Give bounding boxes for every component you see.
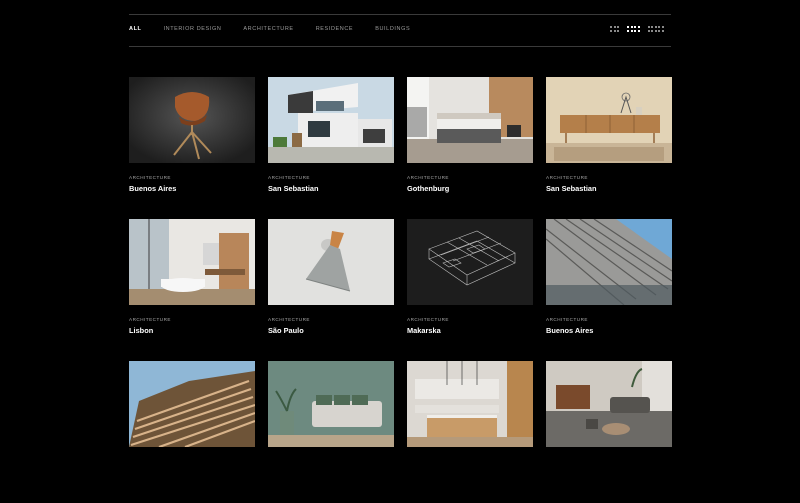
project-card[interactable]: ARCHITECTURE Buenos Aires	[129, 77, 255, 219]
project-card[interactable]: ARCHITECTURE Lisbon	[129, 219, 255, 361]
project-category: ARCHITECTURE	[546, 317, 588, 322]
project-city: Gothenburg	[407, 184, 450, 193]
project-city: San Sebastian	[268, 184, 319, 193]
top-divider	[129, 14, 671, 15]
project-category: ARCHITECTURE	[268, 317, 310, 322]
project-image-kitchen[interactable]	[407, 361, 533, 447]
project-card[interactable]	[546, 361, 672, 503]
filter-architecture[interactable]: ARCHITECTURE	[243, 26, 293, 32]
project-image-modern-house[interactable]	[268, 77, 394, 163]
project-card[interactable]: ARCHITECTURE Buenos Aires	[546, 219, 672, 361]
view-switcher	[610, 26, 664, 32]
project-grid: ARCHITECTURE Buenos Aires ARCHITECTURE S…	[129, 77, 672, 503]
project-city: Makarska	[407, 326, 441, 335]
project-city: Buenos Aires	[546, 326, 594, 335]
project-image-bathroom[interactable]	[129, 219, 255, 305]
project-city: Buenos Aires	[129, 184, 177, 193]
project-city: San Sebastian	[546, 184, 597, 193]
project-card[interactable]	[268, 361, 394, 503]
project-card[interactable]	[129, 361, 255, 503]
project-card[interactable]: ARCHITECTURE Gothenburg	[407, 77, 533, 219]
project-image-chair[interactable]	[129, 77, 255, 163]
grid-4-icon[interactable]	[627, 26, 640, 32]
project-card[interactable]: ARCHITECTURE San Sebastian	[268, 77, 394, 219]
grid-3-icon[interactable]	[610, 26, 619, 32]
project-city: São Paulo	[268, 326, 304, 335]
project-image-bedroom[interactable]	[407, 77, 533, 163]
filter-residence[interactable]: RESIDENCE	[316, 26, 354, 32]
project-category: ARCHITECTURE	[407, 175, 449, 180]
project-category: ARCHITECTURE	[129, 317, 171, 322]
filter-all[interactable]: ALL	[129, 26, 142, 32]
project-card[interactable]	[407, 361, 533, 503]
project-card[interactable]: ARCHITECTURE São Paulo	[268, 219, 394, 361]
project-card[interactable]: ARCHITECTURE San Sebastian	[546, 77, 672, 219]
project-category: ARCHITECTURE	[129, 175, 171, 180]
project-image-wireframe-plan[interactable]	[407, 219, 533, 305]
filter-bar: ALL INTERIOR DESIGN ARCHITECTURE RESIDEN…	[129, 26, 432, 32]
project-city: Lisbon	[129, 326, 154, 335]
project-card[interactable]: ARCHITECTURE Makarska	[407, 219, 533, 361]
filter-buildings[interactable]: BUILDINGS	[375, 26, 410, 32]
project-image-sideboard[interactable]	[546, 77, 672, 163]
grid-5-icon[interactable]	[647, 26, 664, 32]
project-category: ARCHITECTURE	[546, 175, 588, 180]
project-image-wall-lamp[interactable]	[268, 219, 394, 305]
project-image-wood-slats[interactable]	[129, 361, 255, 447]
project-image-living-room[interactable]	[268, 361, 394, 447]
project-image-facade[interactable]	[546, 219, 672, 305]
project-category: ARCHITECTURE	[407, 317, 449, 322]
project-image-lounge[interactable]	[546, 361, 672, 447]
filter-interior-design[interactable]: INTERIOR DESIGN	[164, 26, 222, 32]
project-category: ARCHITECTURE	[268, 175, 310, 180]
filter-divider	[129, 46, 671, 47]
